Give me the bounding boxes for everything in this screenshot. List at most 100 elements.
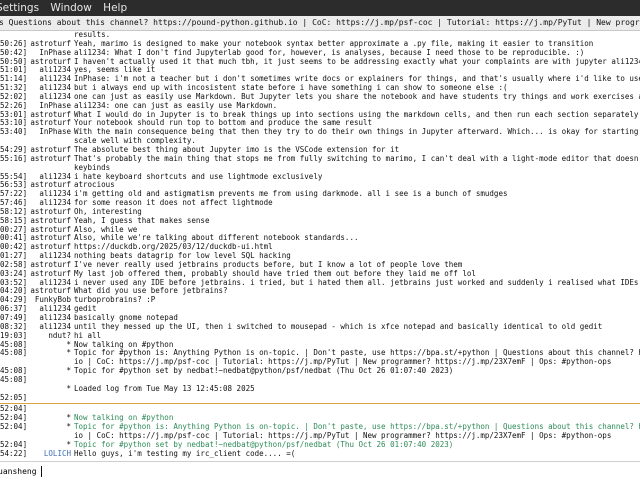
nick[interactable]: ali1234: [28, 252, 74, 261]
timestamp: 51:32]: [0, 84, 28, 93]
log-line: 52:26] InPhase ali1234: one can just as ea…: [0, 102, 640, 111]
nick[interactable]: astroturf: [28, 243, 74, 252]
timestamp: 08:32]: [0, 322, 28, 331]
topic-text: s Questions about this channel? https://…: [0, 18, 640, 27]
timestamp: 07:49]: [0, 314, 28, 322]
message-text: Your notebook should run top to bottom a…: [74, 119, 373, 128]
history-section: results. 50:26] astroturf Yeah, marimo is d…: [0, 31, 640, 402]
log-line: 50:50] astroturf I haven't actually used i…: [0, 58, 640, 67]
timestamp: 52:02]: [0, 92, 28, 101]
log-line: 57:22] ali1234 i'm getting old and astigma…: [0, 190, 640, 199]
message-text: results.: [74, 31, 111, 39]
nick[interactable]: astroturf: [28, 58, 74, 67]
nick[interactable]: LOLICH: [28, 450, 74, 459]
current-nick-label[interactable]: uansheng: [0, 462, 37, 480]
nick[interactable]: astroturf: [28, 119, 74, 128]
message-log[interactable]: results. 50:26] astroturf Yeah, marimo is d…: [0, 31, 640, 459]
nick[interactable]: ali1234: [28, 314, 74, 323]
timestamp: 04:20]: [0, 287, 28, 296]
nick[interactable]: astroturf: [28, 155, 74, 164]
timestamp: [0, 432, 28, 441]
log-line: 53:40] InPhase With the main consequence b…: [0, 128, 640, 137]
nick[interactable]: astroturf: [28, 208, 74, 217]
timestamp: 57:46]: [0, 199, 28, 208]
log-line: 52:04] * Topic for #python is: Anything Py…: [0, 423, 640, 432]
nick[interactable]: ali1234: [28, 279, 74, 288]
message-text: Topic for #python set by nedbat!~nedbat@…: [74, 367, 454, 376]
menu-help[interactable]: Help: [99, 0, 131, 16]
timestamp: 04:29]: [0, 296, 28, 305]
message-text: hi all: [74, 331, 102, 340]
log-line: 06:37] ali1234 gedit: [0, 305, 640, 314]
nick[interactable]: astroturf: [28, 181, 74, 190]
log-line: * Loaded log from Tue May 13 12:45:08 202…: [0, 385, 640, 394]
menu-bar: Settings Window Help: [0, 0, 640, 16]
nick[interactable]: ali1234: [28, 323, 74, 332]
nick[interactable]: ali1234: [28, 93, 74, 102]
timestamp: 45:08]: [0, 375, 28, 384]
nick[interactable]: astroturf: [28, 217, 74, 226]
nick[interactable]: ali1234: [28, 66, 74, 75]
timestamp: 58:12]: [0, 207, 28, 216]
timestamp: 51:14]: [0, 75, 28, 84]
message-text: I've never really used jetbrains product…: [74, 260, 463, 269]
timestamp: [0, 137, 28, 146]
message-text: io | CoC: https://j.mp/psf-coc | Tutoria…: [74, 431, 612, 440]
timestamp: 50:26]: [0, 39, 28, 48]
nick[interactable]: ali1234: [28, 75, 74, 84]
nick[interactable]: astroturf: [28, 146, 74, 155]
nick: *: [28, 459, 74, 460]
nick[interactable]: InPhase: [28, 102, 74, 111]
log-line: 52:05]: [0, 394, 640, 403]
log-line: 52:04] * Now talking on #python: [0, 414, 640, 423]
menu-settings[interactable]: Settings: [0, 0, 43, 16]
irc-client-window: Settings Window Help s Questions about t…: [0, 0, 640, 480]
nick[interactable]: ali1234: [28, 173, 74, 182]
message-text: Hello guys, i'm testing my irc_client co…: [74, 449, 296, 458]
nick[interactable]: ndut?: [28, 332, 74, 341]
message-text: InPhase: i'm not a teacher but i don't s…: [74, 75, 640, 84]
log-line: 52:02] ali1234 one can just as easily use …: [0, 93, 640, 102]
log-line: 56:53] astroturf atrocious: [0, 181, 640, 190]
message-text: atrocious: [74, 181, 115, 190]
nick: [28, 31, 74, 40]
log-line: 54:22] LOLICH Hello guys, i'm testing my i…: [0, 450, 640, 459]
nick[interactable]: astroturf: [28, 226, 74, 235]
menu-window[interactable]: Window: [46, 0, 95, 16]
log-line: 01:27] ali1234 nothing beats datagrip for …: [0, 252, 640, 261]
message-input-bar[interactable]: uansheng: [0, 461, 640, 480]
timestamp: [0, 31, 28, 40]
message-text: Oh, interesting: [74, 207, 142, 216]
timestamp: 51:01]: [0, 66, 28, 75]
nick[interactable]: ali1234: [28, 84, 74, 93]
nick[interactable]: astroturf: [28, 234, 74, 243]
nick[interactable]: FunkyBob: [28, 296, 74, 305]
timestamp: 50:42]: [0, 48, 28, 57]
message-text: What I would do in Jupyter is to break t…: [74, 110, 639, 119]
channel-topic-bar[interactable]: s Questions about this channel? https://…: [0, 16, 640, 31]
nick[interactable]: ali1234: [28, 199, 74, 208]
nick[interactable]: InPhase: [28, 128, 74, 137]
nick[interactable]: ali1234: [28, 305, 74, 314]
nick[interactable]: astroturf: [28, 261, 74, 270]
nick: [28, 432, 74, 441]
nick[interactable]: astroturf: [28, 270, 74, 279]
timestamp: 55:16]: [0, 154, 28, 163]
timestamp: [0, 358, 28, 367]
log-line: io | CoC: https://j.mp/psf-coc | Tutoria…: [0, 432, 640, 441]
log-line: 04:29] FunkyBob turboprobrains? :P: [0, 296, 640, 305]
nick[interactable]: ali1234: [28, 190, 74, 199]
nick[interactable]: astroturf: [28, 287, 74, 296]
nick[interactable]: astroturf: [28, 111, 74, 120]
nick[interactable]: astroturf: [28, 40, 74, 49]
nick[interactable]: InPhase: [28, 49, 74, 58]
message-text: Yeah, marimo is designed to make your no…: [74, 39, 594, 48]
log-line: keybinds: [0, 164, 640, 173]
log-line: 04:20] astroturf What did you use before j…: [0, 287, 640, 296]
log-line: 54:29] astroturf The absolute best thing a…: [0, 146, 640, 155]
log-line: 53:10] astroturf Your notebook should run …: [0, 119, 640, 128]
timestamp: 01:27]: [0, 252, 28, 261]
timestamp: 00:42]: [0, 243, 28, 252]
log-line: 45:08] * Now talking on #python: [0, 341, 640, 350]
log-line: 50:26] astroturf Yeah, marimo is designed …: [0, 40, 640, 49]
